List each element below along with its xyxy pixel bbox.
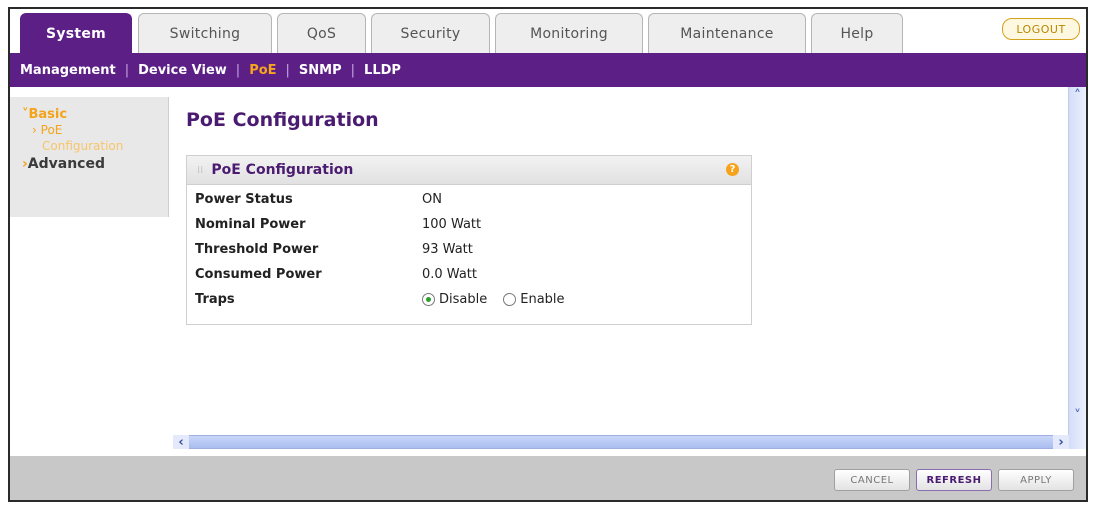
tab-maintenance[interactable]: Maintenance — [648, 13, 806, 53]
nav-poe-configuration[interactable]: › PoE Configuration — [22, 122, 168, 154]
left-navigation: ˅Basic › PoE Configuration ›Advanced — [10, 97, 169, 217]
field-value: 93 Watt — [422, 241, 473, 257]
field-value: 100 Watt — [422, 216, 482, 232]
nav-basic[interactable]: ˅Basic — [22, 107, 168, 122]
nav-advanced[interactable]: ›Advanced — [22, 156, 168, 172]
tab-qos[interactable]: QoS — [277, 13, 366, 53]
scroll-down-icon[interactable]: ˅ — [1069, 407, 1086, 424]
cancel-button[interactable]: CANCEL — [834, 469, 910, 491]
field-label: Traps — [195, 291, 235, 307]
page-title: PoE Configuration — [186, 109, 379, 131]
subnav-separator: | — [124, 62, 130, 78]
tab-switching[interactable]: Switching — [138, 13, 272, 53]
logout-button[interactable]: LOGOUT — [1002, 18, 1080, 40]
apply-button[interactable]: APPLY — [998, 469, 1074, 491]
nav-basic-label: Basic — [28, 107, 68, 122]
row-nominal-power: Nominal Power 100 Watt — [195, 213, 481, 235]
subnav-separator: | — [350, 62, 356, 78]
field-label: Threshold Power — [195, 241, 319, 257]
main-tab-bar: System Switching QoS Security Monitoring… — [10, 9, 1086, 54]
subnav-poe[interactable]: PoE — [249, 63, 276, 78]
drag-handle-icon: ⁞⁞ — [197, 164, 204, 176]
app-frame: System Switching QoS Security Monitoring… — [8, 7, 1088, 502]
scroll-up-icon[interactable]: ˄ — [1069, 87, 1086, 104]
subnav-snmp[interactable]: SNMP — [299, 63, 342, 78]
tab-security[interactable]: Security — [371, 13, 490, 53]
subnav-lldp[interactable]: LLDP — [364, 63, 401, 78]
help-icon[interactable]: ? — [726, 163, 739, 176]
panel-header: ⁞⁞ PoE Configuration ? — [187, 156, 751, 185]
chevron-right-icon: › — [32, 123, 37, 137]
field-value: 0.0 Watt — [422, 266, 477, 282]
tab-help[interactable]: Help — [811, 13, 903, 53]
row-power-status: Power Status ON — [195, 188, 442, 210]
tab-monitoring[interactable]: Monitoring — [495, 13, 643, 53]
poe-config-panel: ⁞⁞ PoE Configuration ? Power Status ON N… — [186, 155, 752, 325]
traps-enable-label[interactable]: Enable — [520, 292, 564, 307]
refresh-button[interactable]: REFRESH — [916, 469, 992, 491]
field-label: Power Status — [195, 191, 293, 207]
subnav-separator: | — [235, 62, 241, 78]
panel-title: PoE Configuration — [211, 162, 354, 178]
scroll-right-icon[interactable]: › — [1053, 435, 1069, 450]
horizontal-scrollbar[interactable]: ‹ › — [173, 435, 1069, 450]
subnav-management[interactable]: Management — [20, 63, 116, 78]
nav-poe-label: PoE — [40, 123, 63, 137]
field-label: Consumed Power — [195, 266, 322, 282]
field-value: ON — [422, 191, 442, 207]
scroll-left-icon[interactable]: ‹ — [173, 435, 189, 450]
vertical-scrollbar[interactable]: ˄ ˅ — [1068, 87, 1086, 449]
sub-navigation: Management | Device View | PoE | SNMP | … — [10, 53, 1086, 87]
field-label: Nominal Power — [195, 216, 306, 232]
traps-disable-radio[interactable] — [422, 292, 435, 306]
nav-configuration-label: Configuration — [42, 139, 124, 153]
row-traps: Traps Disable Enable — [195, 288, 581, 310]
subnav-separator: | — [285, 62, 290, 78]
subnav-device-view[interactable]: Device View — [138, 63, 227, 78]
content-area: ˅Basic › PoE Configuration ›Advanced PoE… — [10, 87, 1086, 456]
nav-advanced-label: Advanced — [27, 156, 105, 172]
row-consumed-power: Consumed Power 0.0 Watt — [195, 263, 477, 285]
tab-system[interactable]: System — [20, 13, 132, 54]
traps-enable-radio[interactable] — [503, 292, 517, 306]
row-threshold-power: Threshold Power 93 Watt — [195, 238, 473, 260]
traps-radio-group: Disable Enable — [422, 292, 581, 307]
footer-bar: CANCEL REFRESH APPLY — [10, 456, 1086, 500]
traps-disable-label[interactable]: Disable — [439, 292, 487, 307]
